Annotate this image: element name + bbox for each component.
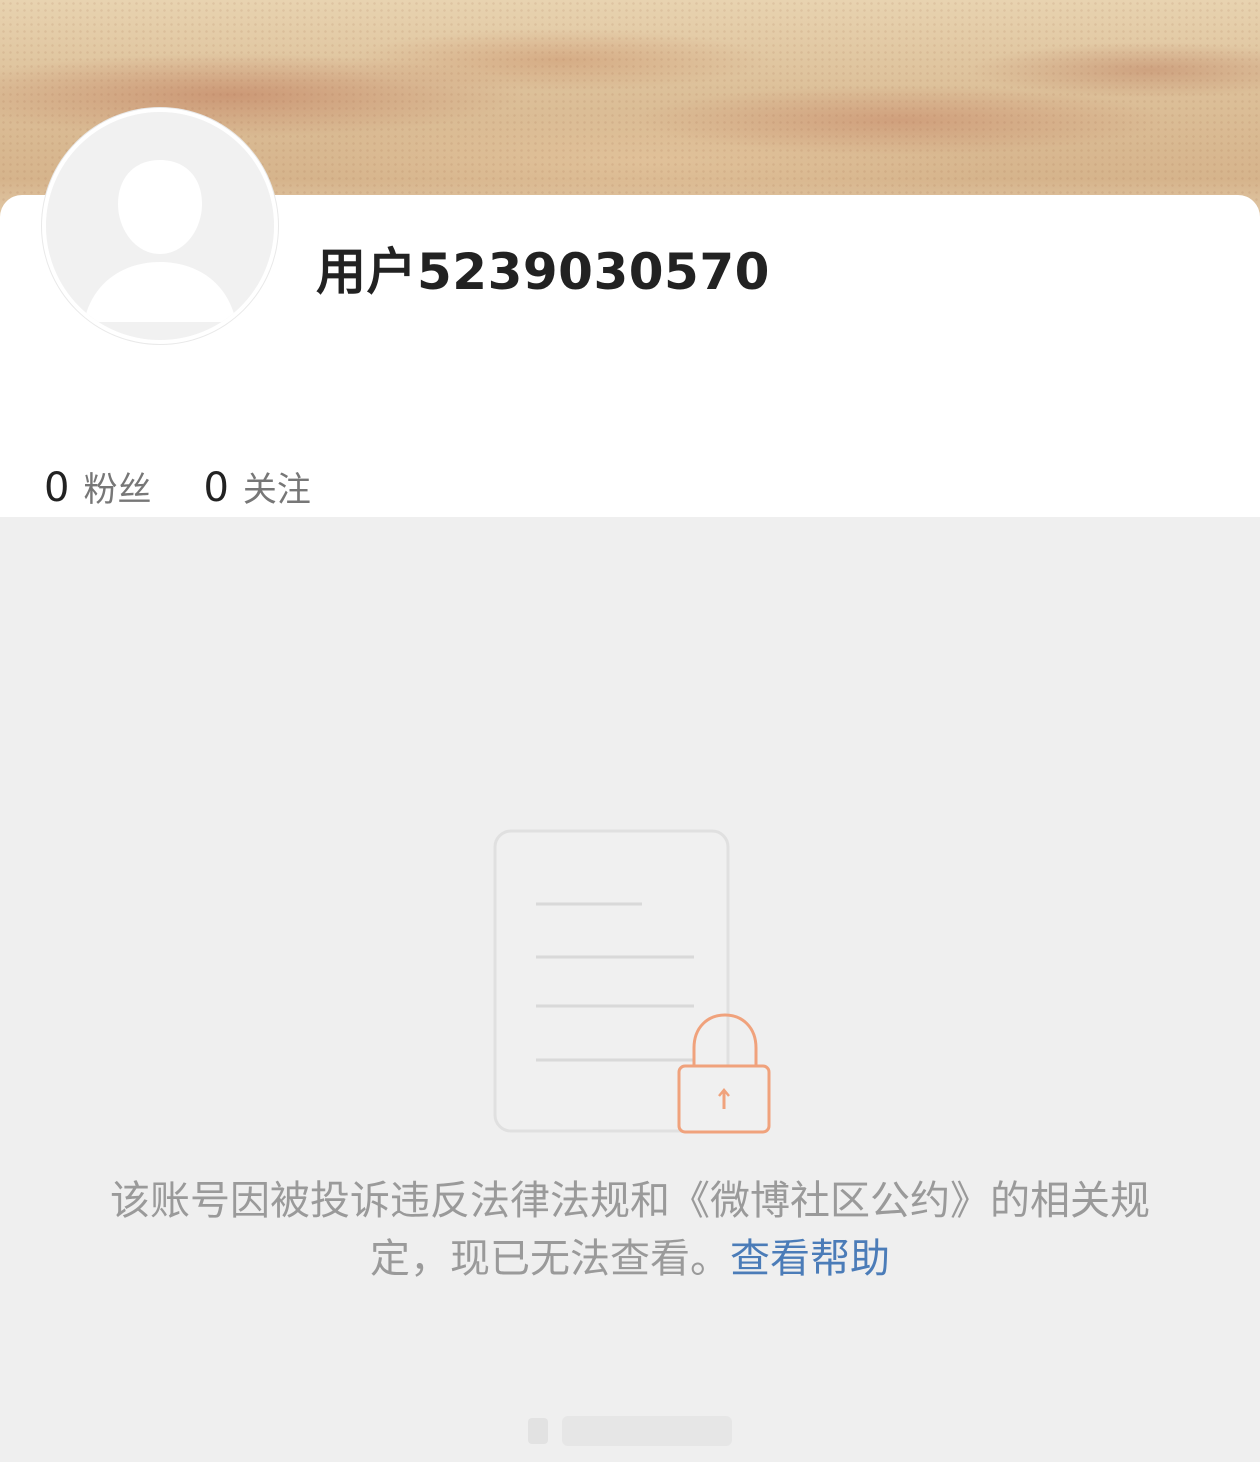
profile-stats: 0 粉丝 0 关注 (44, 462, 311, 514)
followers-label: 粉丝 (83, 470, 152, 510)
following-stat[interactable]: 0 关注 (203, 462, 310, 511)
followers-count: 0 (44, 465, 70, 511)
default-user-avatar-icon (46, 112, 274, 340)
locked-document-icon (490, 826, 780, 1150)
avatar[interactable] (42, 108, 278, 344)
username: 用户5239030570 (316, 243, 770, 301)
profile-page: 用户5239030570 0 粉丝 0 关注 该账号因被投诉违反法律法规和《微博… (0, 0, 1260, 1462)
followers-stat[interactable]: 0 粉丝 (44, 462, 151, 511)
following-count: 0 (203, 465, 229, 511)
account-locked-message: 该账号因被投诉违反法律法规和《微博社区公约》的相关规定，现已无法查看。查看帮助 (110, 1172, 1150, 1288)
view-help-link[interactable]: 查看帮助 (730, 1236, 890, 1282)
following-label: 关注 (242, 470, 311, 510)
watermark (528, 1412, 738, 1454)
locked-notice-text: 该账号因被投诉违反法律法规和《微博社区公约》的相关规定，现已无法查看。 (110, 1178, 1150, 1282)
